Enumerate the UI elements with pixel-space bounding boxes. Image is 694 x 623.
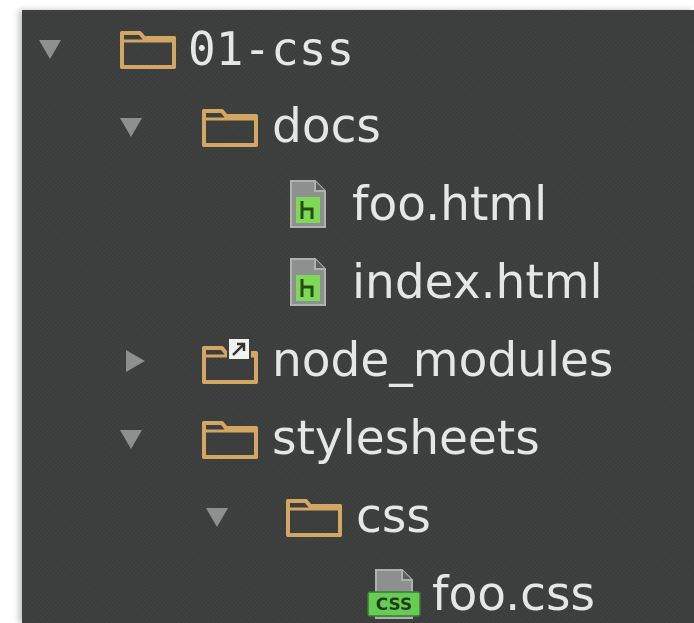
tree-item-label: 01-css bbox=[188, 22, 355, 76]
tree-row-01-css[interactable]: 01-css bbox=[22, 10, 694, 88]
tree-row-foo-html[interactable]: foo.html bbox=[22, 166, 694, 244]
tree-item-label: css bbox=[356, 489, 431, 544]
tree-row-foo-css[interactable]: CSS foo.css bbox=[22, 556, 694, 623]
tree-row-css[interactable]: css bbox=[22, 478, 694, 556]
expand-arrow-down-icon[interactable] bbox=[39, 40, 61, 59]
folder-icon bbox=[286, 499, 342, 537]
tree-row-stylesheets[interactable]: stylesheets bbox=[22, 400, 694, 478]
html-file-icon bbox=[290, 180, 326, 228]
tree-row-node-modules[interactable]: node_modules bbox=[22, 322, 694, 400]
tree-item-label: node_modules bbox=[272, 333, 614, 388]
tree-item-label: stylesheets bbox=[272, 411, 540, 466]
tree-item-label: foo.html bbox=[352, 177, 548, 232]
expand-arrow-right-icon[interactable] bbox=[126, 350, 145, 372]
css-badge-text: CSS bbox=[376, 595, 413, 615]
folder-icon bbox=[202, 109, 258, 147]
file-tree-panel: 01-css docs foo.html index.html node_mod… bbox=[22, 10, 694, 623]
folder-icon bbox=[120, 31, 176, 69]
folder-icon bbox=[202, 421, 258, 459]
css-file-icon: CSS bbox=[367, 569, 421, 619]
html-file-icon bbox=[290, 258, 326, 306]
tree-item-label: docs bbox=[272, 99, 381, 154]
tree-item-label: index.html bbox=[352, 255, 603, 310]
expand-arrow-down-icon[interactable] bbox=[120, 118, 142, 137]
symlink-folder-icon bbox=[202, 338, 258, 384]
tree-row-index-html[interactable]: index.html bbox=[22, 244, 694, 322]
expand-arrow-down-icon[interactable] bbox=[206, 508, 228, 527]
tree-item-label: foo.css bbox=[432, 567, 595, 622]
expand-arrow-down-icon[interactable] bbox=[120, 430, 142, 449]
tree-row-docs[interactable]: docs bbox=[22, 88, 694, 166]
